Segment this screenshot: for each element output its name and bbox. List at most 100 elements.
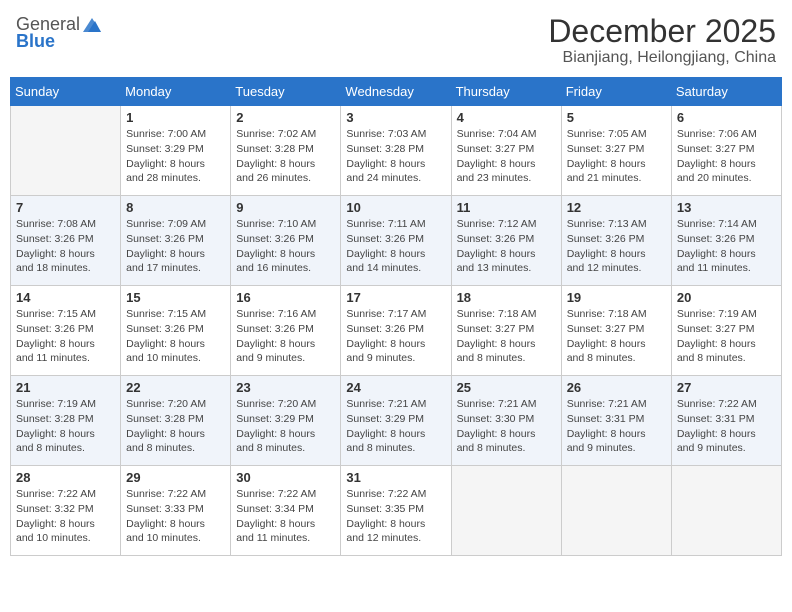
day-info: Sunrise: 7:09 AM Sunset: 3:26 PM Dayligh… (126, 217, 225, 276)
calendar-cell: 22 Sunrise: 7:20 AM Sunset: 3:28 PM Dayli… (121, 376, 231, 466)
calendar-cell: 27 Sunrise: 7:22 AM Sunset: 3:31 PM Dayli… (671, 376, 781, 466)
day-info: Sunrise: 7:22 AM Sunset: 3:31 PM Dayligh… (677, 397, 776, 456)
day-info: Sunrise: 7:22 AM Sunset: 3:32 PM Dayligh… (16, 487, 115, 546)
day-number: 22 (126, 380, 225, 395)
calendar-cell: 20 Sunrise: 7:19 AM Sunset: 3:27 PM Dayli… (671, 286, 781, 376)
calendar-cell (561, 466, 671, 556)
weekday-header-row: SundayMondayTuesdayWednesdayThursdayFrid… (11, 78, 782, 106)
day-number: 8 (126, 200, 225, 215)
day-info: Sunrise: 7:19 AM Sunset: 3:27 PM Dayligh… (677, 307, 776, 366)
page-header: General Blue December 2025 Bianjiang, He… (10, 10, 782, 71)
day-info: Sunrise: 7:04 AM Sunset: 3:27 PM Dayligh… (457, 127, 556, 186)
calendar-cell: 16Sunrise: 7:16 AM Sunset: 3:26 PM Dayli… (231, 286, 341, 376)
day-number: 3 (346, 110, 445, 125)
calendar-cell (11, 106, 121, 196)
day-info: Sunrise: 7:13 AM Sunset: 3:26 PM Dayligh… (567, 217, 666, 276)
weekday-header-wednesday: Wednesday (341, 78, 451, 106)
day-number: 21 (16, 380, 115, 395)
day-number: 12 (567, 200, 666, 215)
calendar-cell: 19 Sunrise: 7:18 AM Sunset: 3:27 PM Dayli… (561, 286, 671, 376)
calendar-week-row: 1 Sunrise: 7:00 AM Sunset: 3:29 PM Daylig… (11, 106, 782, 196)
day-info: Sunrise: 7:15 AM Sunset: 3:26 PM Dayligh… (126, 307, 225, 366)
calendar-cell: 1 Sunrise: 7:00 AM Sunset: 3:29 PM Daylig… (121, 106, 231, 196)
day-info: Sunrise: 7:20 AM Sunset: 3:28 PM Dayligh… (126, 397, 225, 456)
day-number: 6 (677, 110, 776, 125)
day-info: Sunrise: 7:17 AM Sunset: 3:26 PM Dayligh… (346, 307, 445, 366)
day-number: 1 (126, 110, 225, 125)
calendar-cell: 17 Sunrise: 7:17 AM Sunset: 3:26 PM Dayli… (341, 286, 451, 376)
day-info: Sunrise: 7:10 AM Sunset: 3:26 PM Dayligh… (236, 217, 335, 276)
calendar-cell: 18 Sunrise: 7:18 AM Sunset: 3:27 PM Dayli… (451, 286, 561, 376)
calendar-week-row: 28 Sunrise: 7:22 AM Sunset: 3:32 PM Dayli… (11, 466, 782, 556)
day-number: 23 (236, 380, 335, 395)
calendar-week-row: 7 Sunrise: 7:08 AM Sunset: 3:26 PM Daylig… (11, 196, 782, 286)
calendar-week-row: 14 Sunrise: 7:15 AM Sunset: 3:26 PM Dayli… (11, 286, 782, 376)
calendar-cell (451, 466, 561, 556)
calendar-table: SundayMondayTuesdayWednesdayThursdayFrid… (10, 77, 782, 556)
calendar-cell: 3 Sunrise: 7:03 AM Sunset: 3:28 PM Daylig… (341, 106, 451, 196)
calendar-cell: 15Sunrise: 7:15 AM Sunset: 3:26 PM Dayli… (121, 286, 231, 376)
day-info: Sunrise: 7:05 AM Sunset: 3:27 PM Dayligh… (567, 127, 666, 186)
calendar-cell: 8 Sunrise: 7:09 AM Sunset: 3:26 PM Daylig… (121, 196, 231, 286)
day-number: 20 (677, 290, 776, 305)
day-info: Sunrise: 7:06 AM Sunset: 3:27 PM Dayligh… (677, 127, 776, 186)
calendar-cell: 5 Sunrise: 7:05 AM Sunset: 3:27 PM Daylig… (561, 106, 671, 196)
weekday-header-monday: Monday (121, 78, 231, 106)
logo-blue-text: Blue (16, 31, 55, 52)
day-info: Sunrise: 7:20 AM Sunset: 3:29 PM Dayligh… (236, 397, 335, 456)
month-title: December 2025 (548, 14, 776, 49)
day-number: 19 (567, 290, 666, 305)
calendar-cell: 2Sunrise: 7:02 AM Sunset: 3:28 PM Daylig… (231, 106, 341, 196)
calendar-cell: 12 Sunrise: 7:13 AM Sunset: 3:26 PM Dayli… (561, 196, 671, 286)
calendar-week-row: 21Sunrise: 7:19 AM Sunset: 3:28 PM Dayli… (11, 376, 782, 466)
day-number: 4 (457, 110, 556, 125)
day-number: 10 (346, 200, 445, 215)
day-number: 7 (16, 200, 115, 215)
weekday-header-saturday: Saturday (671, 78, 781, 106)
calendar-cell: 11Sunrise: 7:12 AM Sunset: 3:26 PM Dayli… (451, 196, 561, 286)
calendar-cell: 21Sunrise: 7:19 AM Sunset: 3:28 PM Dayli… (11, 376, 121, 466)
day-number: 14 (16, 290, 115, 305)
calendar-cell: 26Sunrise: 7:21 AM Sunset: 3:31 PM Dayli… (561, 376, 671, 466)
calendar-cell: 31Sunrise: 7:22 AM Sunset: 3:35 PM Dayli… (341, 466, 451, 556)
location-title: Bianjiang, Heilongjiang, China (548, 49, 776, 67)
calendar-cell: 23 Sunrise: 7:20 AM Sunset: 3:29 PM Dayli… (231, 376, 341, 466)
day-number: 13 (677, 200, 776, 215)
title-block: December 2025 Bianjiang, Heilongjiang, C… (548, 14, 776, 67)
calendar-cell: 10 Sunrise: 7:11 AM Sunset: 3:26 PM Dayli… (341, 196, 451, 286)
calendar-cell (671, 466, 781, 556)
calendar-cell: 30 Sunrise: 7:22 AM Sunset: 3:34 PM Dayli… (231, 466, 341, 556)
day-number: 31 (346, 470, 445, 485)
day-info: Sunrise: 7:00 AM Sunset: 3:29 PM Dayligh… (126, 127, 225, 186)
day-number: 9 (236, 200, 335, 215)
day-info: Sunrise: 7:18 AM Sunset: 3:27 PM Dayligh… (567, 307, 666, 366)
day-number: 5 (567, 110, 666, 125)
day-info: Sunrise: 7:22 AM Sunset: 3:34 PM Dayligh… (236, 487, 335, 546)
day-number: 18 (457, 290, 556, 305)
weekday-header-tuesday: Tuesday (231, 78, 341, 106)
day-number: 30 (236, 470, 335, 485)
day-info: Sunrise: 7:08 AM Sunset: 3:26 PM Dayligh… (16, 217, 115, 276)
calendar-cell: 13Sunrise: 7:14 AM Sunset: 3:26 PM Dayli… (671, 196, 781, 286)
calendar-cell: 25Sunrise: 7:21 AM Sunset: 3:30 PM Dayli… (451, 376, 561, 466)
weekday-header-friday: Friday (561, 78, 671, 106)
logo: General Blue (16, 14, 104, 52)
day-info: Sunrise: 7:21 AM Sunset: 3:30 PM Dayligh… (457, 397, 556, 456)
day-info: Sunrise: 7:15 AM Sunset: 3:26 PM Dayligh… (16, 307, 115, 366)
day-number: 28 (16, 470, 115, 485)
weekday-header-sunday: Sunday (11, 78, 121, 106)
day-number: 26 (567, 380, 666, 395)
logo-icon (81, 16, 103, 34)
day-info: Sunrise: 7:22 AM Sunset: 3:33 PM Dayligh… (126, 487, 225, 546)
day-number: 27 (677, 380, 776, 395)
day-info: Sunrise: 7:18 AM Sunset: 3:27 PM Dayligh… (457, 307, 556, 366)
calendar-cell: 29 Sunrise: 7:22 AM Sunset: 3:33 PM Dayli… (121, 466, 231, 556)
day-number: 17 (346, 290, 445, 305)
day-info: Sunrise: 7:12 AM Sunset: 3:26 PM Dayligh… (457, 217, 556, 276)
calendar-cell: 9 Sunrise: 7:10 AM Sunset: 3:26 PM Daylig… (231, 196, 341, 286)
day-info: Sunrise: 7:03 AM Sunset: 3:28 PM Dayligh… (346, 127, 445, 186)
day-number: 2 (236, 110, 335, 125)
day-number: 29 (126, 470, 225, 485)
calendar-cell: 14 Sunrise: 7:15 AM Sunset: 3:26 PM Dayli… (11, 286, 121, 376)
day-info: Sunrise: 7:11 AM Sunset: 3:26 PM Dayligh… (346, 217, 445, 276)
